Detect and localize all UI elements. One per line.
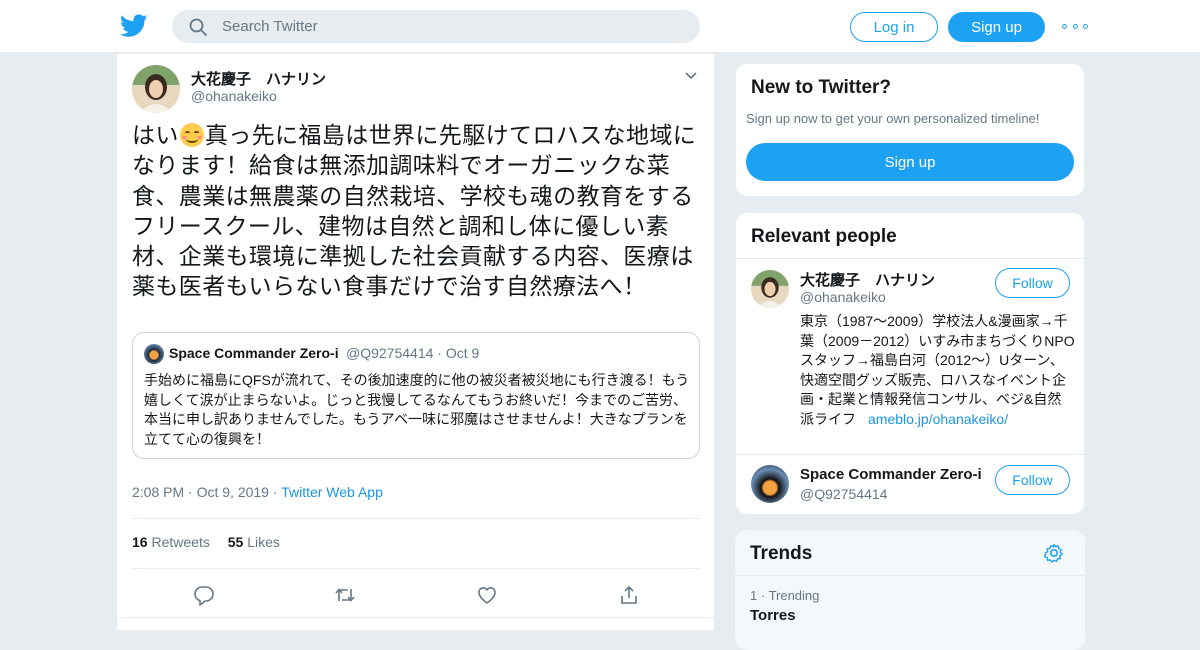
tweet-detail: 大花慶子 ハナリン @ohanakeiko はい 真っ先に福島は世界に先駆けてロハ… — [116, 54, 715, 630]
more-dot — [1062, 23, 1067, 29]
divider — [736, 258, 1084, 259]
twitter-bird-icon[interactable] — [120, 13, 148, 39]
person-bio-link[interactable]: ameblo.jp/ohanakeiko/ — [868, 411, 1008, 427]
quoted-author-avatar — [144, 344, 164, 364]
likes-label: Likes — [247, 534, 280, 550]
new-to-twitter-title: New to Twitter? — [751, 77, 892, 98]
divider — [736, 454, 1084, 455]
search-input[interactable] — [222, 18, 662, 35]
top-navigation-bar: Log in Sign up — [0, 0, 1200, 53]
trend-rank: 1 — [750, 588, 758, 603]
quoted-text: 手始めに福島にQFSが流れて、その後加速度的に他の被災者被災地にも行き渡る！もう… — [144, 372, 690, 447]
like-icon[interactable] — [476, 584, 498, 606]
divider — [132, 518, 700, 519]
quoted-author-handle: @Q92754414 — [346, 345, 434, 361]
trend-name[interactable]: Torres — [750, 607, 796, 624]
more-dot — [1083, 23, 1088, 29]
person-name[interactable]: 大花慶子 ハナリン — [800, 269, 935, 290]
author-handle[interactable]: @ohanakeiko — [191, 88, 277, 104]
retweets-count: 16 — [132, 534, 148, 550]
retweet-icon[interactable] — [334, 584, 356, 606]
quoted-tweet[interactable]: Space Commander Zero-i @Q92754414 · Oct … — [132, 332, 700, 459]
next-reply-peek — [117, 617, 714, 630]
more-icon[interactable] — [1062, 16, 1088, 36]
chevron-down-icon[interactable] — [683, 70, 699, 82]
tweet-text-start: はい — [132, 122, 179, 148]
tweet-text: はい 真っ先に福島は世界に先駆けてロハスな地域になります！給食は無添加調味料でオー… — [132, 120, 702, 302]
person-name[interactable]: Space Commander Zero-i — [800, 466, 982, 483]
tweet-metadata: 2:08 PM · Oct 9, 2019 · Twitter Web App — [132, 484, 383, 500]
follow-button[interactable]: Follow — [995, 465, 1070, 495]
more-dot — [1072, 23, 1078, 29]
new-to-twitter-subtitle: Sign up now to get your own personalized… — [746, 111, 1040, 126]
smiling-face-emoji-icon — [179, 123, 204, 147]
trend-category: Trending — [768, 588, 820, 603]
trend-meta: 1 · Trending — [750, 588, 820, 603]
search-box[interactable] — [172, 10, 700, 43]
person-avatar[interactable] — [751, 270, 789, 308]
trends-title: Trends — [750, 543, 813, 564]
person-handle[interactable]: @Q92754414 — [800, 486, 887, 502]
new-to-twitter-card: New to Twitter? Sign up now to get your … — [735, 63, 1085, 197]
person-avatar[interactable] — [751, 465, 789, 503]
signup-button[interactable]: Sign up — [948, 12, 1045, 42]
avatar-photo — [751, 270, 789, 308]
login-button[interactable]: Log in — [850, 12, 938, 42]
reply-icon[interactable] — [193, 584, 215, 606]
quoted-date: Oct 9 — [445, 345, 480, 361]
person-bio: 東京（1987～2009）学校法人&漫画家→千葉（2009－2012）いすみ市ま… — [800, 312, 1075, 429]
likes-stat[interactable]: 55 Likes — [228, 534, 280, 550]
search-icon — [189, 18, 207, 36]
retweets-stat[interactable]: 16 Retweets — [132, 534, 210, 550]
likes-count: 55 — [227, 534, 244, 550]
divider — [132, 568, 700, 569]
person-handle[interactable]: @ohanakeiko — [800, 289, 886, 305]
tweet-stats: 16 Retweets 55 Likes — [132, 534, 280, 550]
trends-card: Trends 1 · Trending Torres — [735, 530, 1085, 650]
follow-button[interactable]: Follow — [995, 268, 1070, 298]
retweets-label: Retweets — [151, 534, 210, 550]
avatar-photo — [132, 65, 180, 113]
sidebar-signup-button[interactable]: Sign up — [746, 143, 1074, 181]
quoted-author-name: Space Commander Zero-i — [169, 345, 339, 361]
author-avatar[interactable] — [132, 65, 180, 113]
gear-icon[interactable] — [1043, 542, 1065, 564]
author-name[interactable]: 大花慶子 ハナリン — [191, 68, 326, 89]
quoted-author-meta: @Q92754414 · Oct 9 — [346, 345, 480, 361]
relevant-people-title: Relevant people — [751, 226, 897, 247]
tweet-source-link[interactable]: Twitter Web App — [281, 484, 383, 500]
tweet-date[interactable]: Oct 9, 2019 — [197, 484, 269, 500]
tweet-text-rest: 真っ先に福島は世界に先駆けてロハスな地域になります！給食は無添加調味料でオーガニ… — [132, 122, 697, 300]
relevant-people-card: Relevant people 大花慶子 ハナリン @ohanakeiko Fo… — [735, 212, 1085, 515]
tweet-time[interactable]: 2:08 PM — [132, 484, 184, 500]
divider — [735, 575, 1085, 576]
person-bio-text: 東京（1987～2009）学校法人&漫画家→千葉（2009－2012）いすみ市ま… — [800, 313, 1075, 427]
share-icon[interactable] — [618, 584, 640, 606]
tweet-actions — [193, 584, 643, 606]
